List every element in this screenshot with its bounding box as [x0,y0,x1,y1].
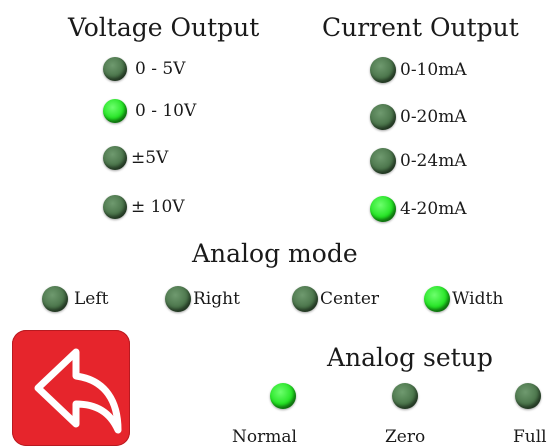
analog-mode-left-led[interactable] [42,286,68,312]
voltage-option-0-10v[interactable]: 0 - 10V [103,99,196,123]
analog-mode-label: Left [74,289,109,309]
analog-mode-label: Width [452,289,504,309]
voltage-option-0-5v[interactable]: 0 - 5V [103,57,185,81]
voltage-0-5v-led[interactable] [103,57,127,81]
voltage-option-label: ±5V [131,148,169,168]
analog-mode-label: Center [320,289,380,309]
analog-mode-label: Right [193,289,240,309]
current-option-label: 0-20mA [400,107,467,127]
voltage-pm5v-led[interactable] [103,146,127,170]
voltage-pm10v-led[interactable] [103,195,127,219]
voltage-option-label: 0 - 10V [135,101,197,121]
current-option-label: 0-24mA [400,151,467,171]
current-option-0-24ma[interactable]: 0-24mA [370,148,467,174]
analog-mode-width[interactable]: Width [424,286,503,312]
voltage-option-label: 0 - 5V [135,59,186,79]
analog-setup-full-led[interactable] [515,383,541,409]
current-4-20ma-led[interactable] [370,196,396,222]
back-button[interactable] [12,330,130,446]
current-option-label: 4-20mA [400,199,467,219]
analog-setup-normal-label: Normal [232,427,297,447]
current-option-0-10ma[interactable]: 0-10mA [370,57,467,83]
analog-mode-right-led[interactable] [165,286,191,312]
current-0-24ma-led[interactable] [370,148,396,174]
back-arrow-icon [34,348,122,434]
current-option-4-20ma[interactable]: 4-20mA [370,196,467,222]
voltage-option-label: ± 10V [131,197,185,217]
current-0-10ma-led[interactable] [370,57,396,83]
analog-mode-right[interactable]: Right [165,286,240,312]
voltage-option-pm10v[interactable]: ± 10V [103,195,185,219]
analog-setup-normal-led[interactable] [270,383,296,409]
analog-setup-zero-led[interactable] [392,383,418,409]
analog-mode-center-led[interactable] [292,286,318,312]
current-option-label: 0-10mA [400,60,467,80]
analog-mode-width-led[interactable] [424,286,450,312]
voltage-option-pm5v[interactable]: ±5V [103,146,168,170]
current-0-20ma-led[interactable] [370,104,396,130]
analog-setup-zero-label: Zero [385,427,426,447]
current-option-0-20ma[interactable]: 0-20mA [370,104,467,130]
voltage-output-title: Voltage Output [68,13,260,42]
analog-mode-title: Analog mode [192,239,358,268]
current-output-title: Current Output [322,13,519,42]
analog-setup-title: Analog setup [327,343,493,372]
analog-setup-full-label: Full [513,427,547,447]
analog-mode-center[interactable]: Center [292,286,379,312]
analog-mode-left[interactable]: Left [42,286,108,312]
voltage-0-10v-led[interactable] [103,99,127,123]
